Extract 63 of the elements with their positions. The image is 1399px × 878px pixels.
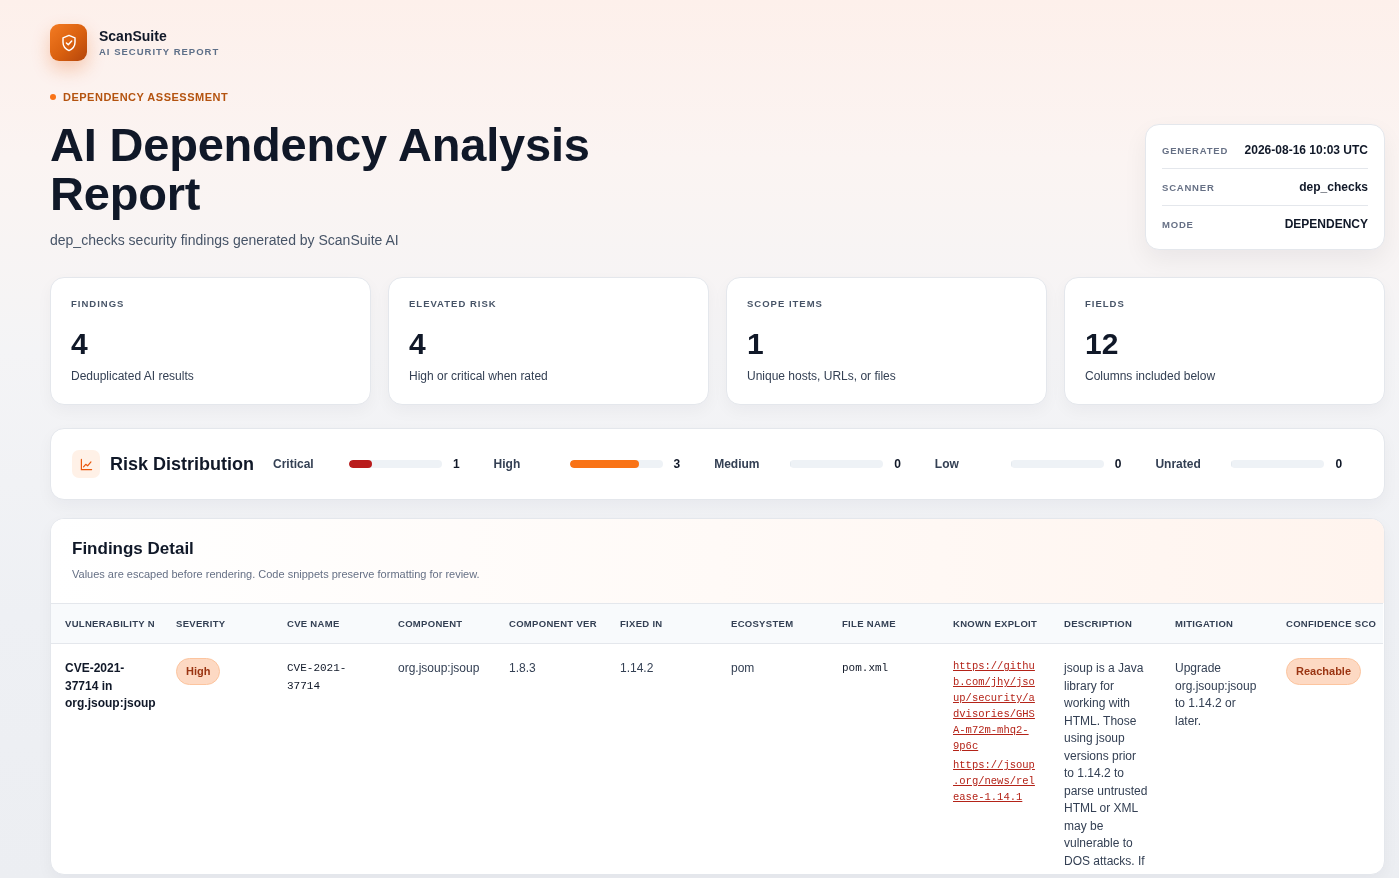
exploit-link[interactable]: https://jsoup.org/news/release-1.14.1	[953, 757, 1038, 805]
risk-label: Unrated	[1155, 457, 1202, 471]
table-cell: CVE-2021-37714 in org.jsoup:jsoup	[51, 643, 162, 874]
meta-label: SCANNER	[1162, 181, 1215, 193]
brand-tagline: AI SECURITY REPORT	[99, 45, 220, 58]
column-header: CONFIDENCE SCO	[1272, 603, 1383, 644]
risk-label: Critical	[273, 457, 315, 471]
column-header: COMPONENT	[384, 603, 495, 644]
risk-count: 0	[1335, 457, 1343, 471]
risk-label: High	[493, 457, 522, 471]
risk-distribution-title: Risk Distribution	[110, 453, 254, 475]
stat-label: ELEVATED RISK	[409, 298, 498, 310]
stat-label: FINDINGS	[71, 298, 126, 310]
stat-note: Unique hosts, URLs, or files	[747, 368, 897, 384]
brand-name: ScanSuite	[99, 27, 168, 44]
stat-note: Deduplicated AI results	[71, 368, 195, 384]
column-header: COMPONENT VER	[495, 603, 606, 644]
column-header: DESCRIPTION	[1050, 603, 1161, 644]
stat-label: FIELDS	[1085, 298, 1126, 310]
table-cell: Upgrade org.jsoup:jsoup to 1.14.2 or later.	[1161, 643, 1272, 874]
stat-value: 12	[1085, 327, 1120, 361]
column-header: CVE NAME	[273, 603, 384, 644]
table-cell: jsoup is a Java library for working with HTML. Those using jsoup versions prior to 1.14.2 to parse untrusted HTML or XML may be vulnerable to DOS attacks. If	[1050, 643, 1161, 874]
table-cell: pom.xml	[828, 643, 939, 874]
stat-value: 4	[409, 327, 427, 361]
page-subtitle: dep_checks security findings generated by ScanSuite AI	[50, 231, 400, 250]
column-header: FIXED IN	[606, 603, 717, 644]
column-header: ECOSYSTEM	[717, 603, 828, 644]
stat-note: High or critical when rated	[409, 368, 549, 384]
bullet-dot-icon	[50, 94, 56, 100]
findings-title: Findings Detail	[72, 538, 195, 560]
shield-check-icon	[50, 24, 87, 61]
risk-count: 0	[1114, 457, 1122, 471]
stat-label: SCOPE ITEMS	[747, 298, 824, 310]
column-header: KNOWN EXPLOIT	[939, 603, 1050, 644]
stat-note: Columns included below	[1085, 368, 1217, 384]
column-header: MITIGATION	[1161, 603, 1272, 644]
stat-value: 1	[747, 327, 765, 361]
meta-label: GENERATED	[1162, 144, 1229, 156]
meta-label: MODE	[1162, 218, 1194, 230]
risk-label: Low	[934, 457, 960, 471]
eyebrow-label: DEPENDENCY ASSESSMENT	[63, 91, 229, 103]
risk-count: 3	[673, 457, 681, 471]
stat-value: 4	[71, 327, 89, 361]
meta-value: 2026-08-16 10:03 UTC	[1244, 143, 1368, 157]
findings-subtitle: Values are escaped before rendering. Code snippets preserve formatting for review.	[72, 567, 481, 581]
status-badge: Reachable	[1286, 658, 1362, 685]
risk-count: 1	[453, 457, 460, 471]
table-cell: 1.14.2	[606, 643, 717, 874]
risk-count: 0	[894, 457, 901, 471]
table-cell: 1.8.3	[495, 643, 606, 874]
line-chart-icon	[72, 450, 100, 478]
column-header: FILE NAME	[828, 603, 939, 644]
meta-value: dep_checks	[1299, 180, 1368, 194]
page-title: AI Dependency Analysis Report	[50, 120, 591, 218]
table-cell: pom	[717, 643, 828, 874]
meta-value: DEPENDENCY	[1284, 217, 1368, 231]
column-header: VULNERABILITY N	[51, 603, 162, 644]
risk-label: Medium	[714, 457, 761, 471]
column-header: SEVERITY	[162, 603, 273, 644]
table-cell: CVE-2021-37714	[273, 643, 384, 874]
status-badge: High	[176, 658, 221, 685]
table-cell: org.jsoup:jsoup	[384, 643, 495, 874]
